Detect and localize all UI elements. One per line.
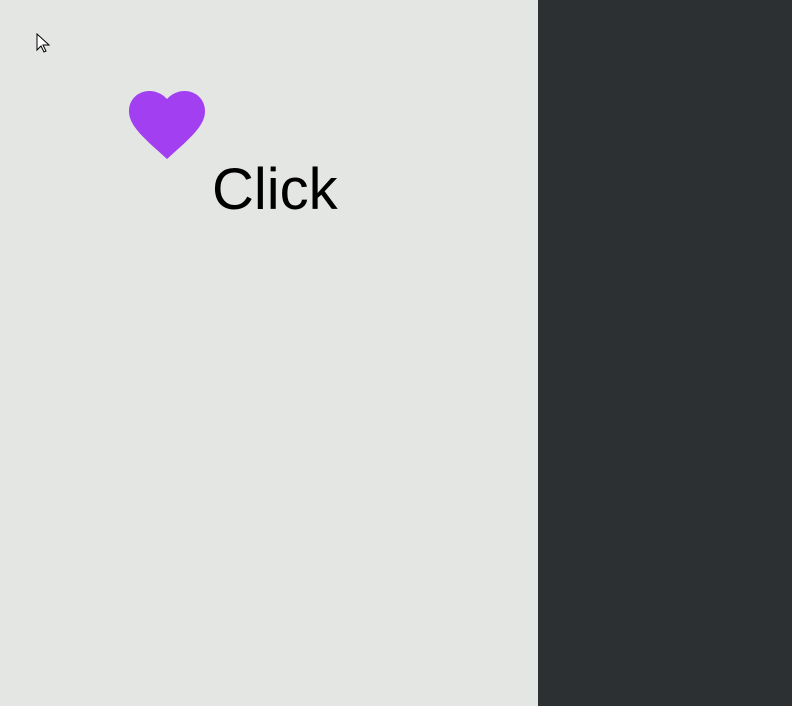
click-label[interactable]: Click [212, 156, 338, 224]
screen: Click [0, 0, 792, 706]
main-canvas: Click [0, 0, 538, 706]
side-panel [538, 0, 792, 706]
heart-icon[interactable] [129, 91, 205, 159]
mouse-cursor-icon [36, 32, 52, 53]
